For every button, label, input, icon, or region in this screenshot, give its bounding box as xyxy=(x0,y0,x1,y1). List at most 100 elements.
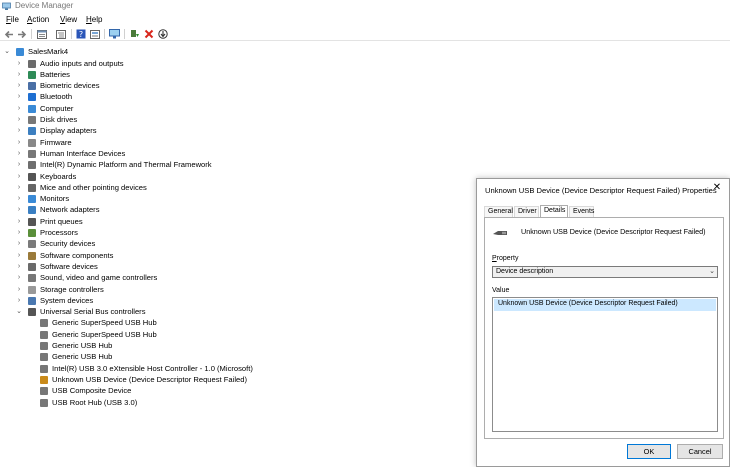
chevron-right-icon[interactable]: › xyxy=(15,261,23,272)
menu-file[interactable]: File xyxy=(6,15,19,24)
tree-item-label: Keyboards xyxy=(40,171,77,181)
chevron-right-icon[interactable]: › xyxy=(15,80,23,91)
chevron-right-icon[interactable]: › xyxy=(15,137,23,148)
chevron-right-icon[interactable]: › xyxy=(15,125,23,136)
chevron-right-icon[interactable]: › xyxy=(15,193,23,204)
chevron-down-icon[interactable]: ⌄ xyxy=(3,46,11,57)
tree-item-label: Mice and other pointing devices xyxy=(40,182,147,192)
update-driver-icon[interactable] xyxy=(129,28,141,40)
device-icon xyxy=(28,104,36,113)
value-label: Value xyxy=(492,287,510,294)
chevron-right-icon[interactable]: › xyxy=(15,204,23,215)
ok-button[interactable]: OK xyxy=(627,444,671,459)
chevron-right-icon[interactable]: › xyxy=(15,148,23,159)
device-icon xyxy=(28,251,36,260)
device-icon xyxy=(40,353,48,362)
device-icon xyxy=(28,195,36,204)
chevron-right-icon[interactable]: › xyxy=(15,103,23,114)
chevron-right-icon[interactable]: › xyxy=(15,91,23,102)
chevron-right-icon[interactable]: › xyxy=(15,250,23,261)
device-icon xyxy=(28,183,36,192)
window-title: Device Manager xyxy=(15,1,74,10)
device-manager-icon xyxy=(2,2,11,10)
device-icon xyxy=(28,138,36,147)
download-icon[interactable] xyxy=(157,28,169,40)
menu-view[interactable]: View xyxy=(60,15,77,24)
device-icon xyxy=(28,116,36,124)
tree-item-label: Batteries xyxy=(40,69,70,79)
chevron-right-icon[interactable]: › xyxy=(15,238,23,249)
property-dropdown[interactable]: Device description ⌄ xyxy=(492,266,718,278)
monitor-icon[interactable] xyxy=(108,28,120,40)
device-icon xyxy=(40,398,48,407)
tree-item-label: System devices xyxy=(40,295,94,305)
toolbar: ? xyxy=(0,27,730,41)
tree-item-label: Monitors xyxy=(40,194,70,204)
device-icon xyxy=(28,229,36,237)
device-icon xyxy=(28,161,36,170)
back-arrow-icon[interactable] xyxy=(3,28,15,40)
chevron-right-icon[interactable]: › xyxy=(15,272,23,283)
tree-item-label: SalesMark4 xyxy=(28,47,69,56)
properties-icon[interactable] xyxy=(36,28,48,40)
chevron-right-icon[interactable]: › xyxy=(15,227,23,238)
device-icon xyxy=(28,127,36,136)
chevron-right-icon[interactable]: › xyxy=(15,69,23,80)
tree-item-label: Firmware xyxy=(40,137,72,147)
device-icon xyxy=(28,70,36,79)
menu-action[interactable]: Action xyxy=(27,15,49,24)
device-icon xyxy=(16,48,24,56)
dialog-title: Unknown USB Device (Device Descriptor Re… xyxy=(485,186,717,195)
tree-item-label: Display adapters xyxy=(40,126,97,136)
chevron-down-icon[interactable]: ⌄ xyxy=(15,306,23,317)
device-icon xyxy=(28,59,36,68)
tree-item-label: Audio inputs and outputs xyxy=(40,58,124,68)
tree-item-label: Network adapters xyxy=(40,205,100,215)
tree-icon[interactable] xyxy=(55,28,67,40)
property-label: Property xyxy=(492,255,519,262)
tree-item-label: Print queues xyxy=(40,216,83,226)
value-list-item[interactable]: Unknown USB Device (Device Descriptor Re… xyxy=(494,299,716,311)
title-bar: Device Manager xyxy=(0,0,730,13)
chevron-right-icon[interactable]: › xyxy=(15,216,23,227)
help-icon[interactable]: ? xyxy=(75,28,87,40)
tree-item-label: USB Root Hub (USB 3.0) xyxy=(52,397,138,407)
tree-item-label: Sound, video and game controllers xyxy=(40,273,158,283)
tree-item-label: Human Interface Devices xyxy=(40,148,126,158)
view-icon[interactable] xyxy=(89,28,101,40)
device-name: Unknown USB Device (Device Descriptor Re… xyxy=(521,227,706,236)
tree-item-label: Computer xyxy=(40,103,74,113)
chevron-right-icon[interactable]: › xyxy=(15,295,23,306)
device-icon xyxy=(40,375,48,384)
chevron-right-icon[interactable]: › xyxy=(15,58,23,69)
cancel-button[interactable]: Cancel xyxy=(677,444,723,459)
close-icon[interactable]: ✕ xyxy=(711,182,723,194)
uninstall-x-icon[interactable] xyxy=(143,28,155,40)
chevron-right-icon[interactable]: › xyxy=(15,284,23,295)
tab-driver[interactable]: Driver xyxy=(514,206,539,217)
tree-item-label: Intel(R) Dynamic Platform and Thermal Fr… xyxy=(40,160,212,170)
device-icon xyxy=(28,149,36,158)
device-icon xyxy=(40,330,48,339)
tree-item-label: Generic USB Hub xyxy=(52,341,113,350)
value-list[interactable]: Unknown USB Device (Device Descriptor Re… xyxy=(492,297,718,432)
tab-events[interactable]: Events xyxy=(569,206,594,217)
device-icon xyxy=(40,364,48,373)
tree-item-label: Universal Serial Bus controllers xyxy=(40,307,146,317)
device-icon xyxy=(40,342,48,350)
forward-arrow-icon[interactable] xyxy=(16,28,28,40)
menu-help[interactable]: Help xyxy=(86,15,102,24)
chevron-right-icon[interactable]: › xyxy=(15,182,23,193)
chevron-right-icon[interactable]: › xyxy=(15,114,23,125)
tree-item-label: Generic SuperSpeed USB Hub xyxy=(52,329,157,339)
details-panel: Unknown USB Device (Device Descriptor Re… xyxy=(484,217,724,439)
chevron-right-icon[interactable]: › xyxy=(15,159,23,170)
device-icon xyxy=(40,387,48,396)
tree-item-label: Generic SuperSpeed USB Hub xyxy=(52,318,157,328)
tab-details[interactable]: Details xyxy=(540,205,568,217)
tab-general[interactable]: General xyxy=(484,206,513,217)
chevron-right-icon[interactable]: › xyxy=(15,171,23,182)
tree-item-label: USB Composite Device xyxy=(52,386,132,396)
device-icon xyxy=(28,296,36,305)
chevron-down-icon: ⌄ xyxy=(709,268,715,275)
